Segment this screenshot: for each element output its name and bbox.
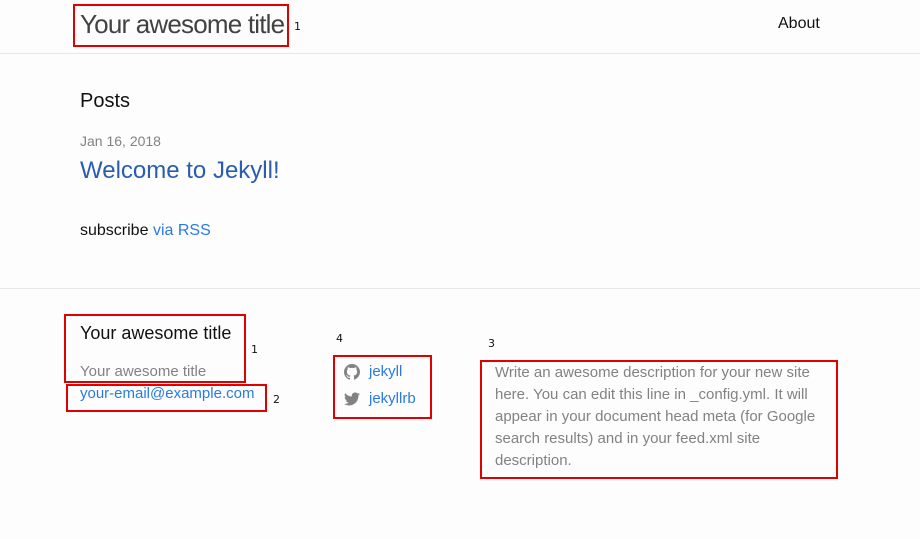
subscribe-line: subscribe via RSS [80, 221, 211, 241]
rss-link[interactable]: via RSS [153, 222, 211, 239]
subscribe-label: subscribe [80, 222, 149, 239]
posts-heading: Posts [80, 90, 131, 112]
annotation-box-email [66, 384, 267, 412]
post-date: Jan 16, 2018 [80, 133, 161, 149]
annotation-marker: 2 [273, 393, 280, 406]
header-divider [0, 53, 920, 54]
annotation-marker: 4 [336, 332, 343, 345]
footer-divider [0, 288, 920, 289]
nav-about-link[interactable]: About [778, 14, 820, 34]
annotation-box-footer-title [64, 314, 246, 383]
annotation-box-social [333, 355, 432, 419]
annotation-box-description [480, 360, 838, 479]
annotation-marker: 3 [488, 337, 495, 350]
annotation-box-header-title [73, 4, 289, 47]
annotation-marker: 1 [294, 20, 301, 33]
post-title: Welcome to Jekyll! [80, 156, 280, 186]
post-title-link[interactable]: Welcome to Jekyll! [80, 157, 280, 184]
annotation-marker: 1 [251, 343, 258, 356]
